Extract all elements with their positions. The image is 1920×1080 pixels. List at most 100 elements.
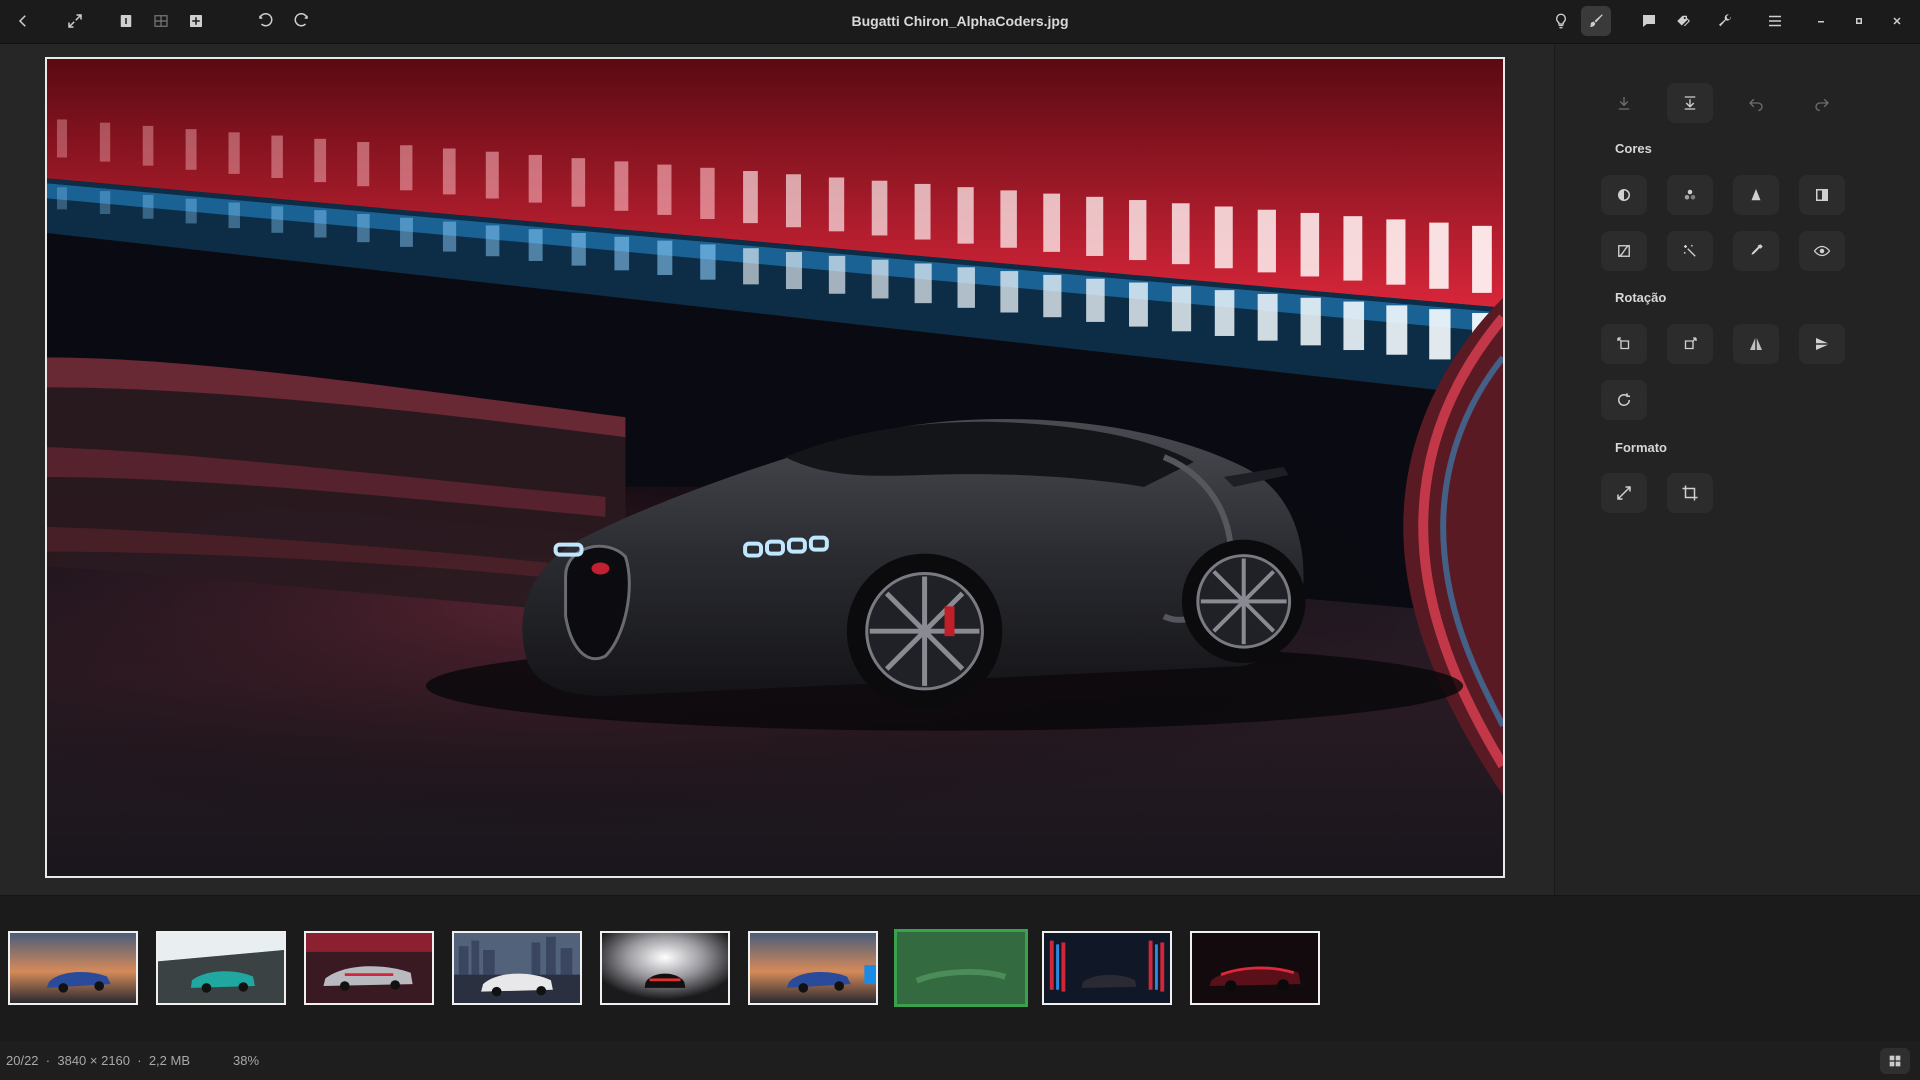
undo-icon[interactable] — [251, 6, 281, 36]
redo-icon[interactable] — [1799, 83, 1845, 123]
window-slit-red — [271, 135, 283, 178]
window-slit-blue — [1214, 290, 1235, 336]
curves-icon[interactable] — [1601, 231, 1647, 271]
contrast-icon[interactable] — [1601, 175, 1647, 215]
thumbnail-4[interactable] — [452, 931, 582, 1005]
window-slit-red — [1000, 190, 1017, 248]
levels-icon[interactable] — [1799, 175, 1845, 215]
window-slit-red — [442, 148, 456, 195]
menu-icon[interactable] — [1760, 6, 1790, 36]
rotate-free-icon[interactable] — [1601, 380, 1647, 420]
main-image[interactable] — [45, 57, 1505, 878]
double-page-icon[interactable] — [146, 6, 176, 36]
window-slit-blue — [1043, 274, 1062, 318]
window-slit-red — [1129, 200, 1147, 261]
window-slit-red — [56, 119, 68, 158]
window-slit-blue — [1386, 305, 1408, 355]
sharpen-icon[interactable] — [1733, 175, 1779, 215]
window-slit-blue — [56, 187, 68, 210]
fullscreen-icon[interactable] — [60, 6, 90, 36]
single-page-icon[interactable] — [111, 6, 141, 36]
window-slit-blue — [142, 194, 154, 219]
thumbnail-6[interactable] — [748, 931, 878, 1005]
download-icon[interactable] — [1601, 83, 1647, 123]
crop-icon[interactable] — [1667, 473, 1713, 513]
title-bar: Bugatti Chiron_AlphaCoders.jpg — [0, 0, 1920, 44]
rotate-left-icon[interactable] — [1601, 324, 1647, 364]
window-slit-red — [1386, 219, 1406, 285]
thumbnail-8[interactable] — [1042, 931, 1172, 1005]
eye-icon[interactable] — [1799, 231, 1845, 271]
thumbnail-3[interactable] — [304, 931, 434, 1005]
image-info: 20/22 · 3840 × 2160 · 2,2 MB — [6, 1041, 190, 1080]
window-slit-red — [400, 145, 413, 191]
close-icon[interactable] — [1882, 6, 1912, 36]
window-slit-red — [1086, 196, 1104, 256]
window-slit-blue — [485, 225, 500, 257]
download-bar-icon[interactable] — [1667, 83, 1713, 123]
window-slit-blue — [528, 229, 543, 261]
file-size: 2,2 MB — [148, 1053, 191, 1068]
window-slit-red — [357, 142, 370, 187]
window-slit-blue — [442, 221, 457, 252]
window-slit-blue — [1086, 278, 1105, 322]
thumbnail-7-selected[interactable] — [894, 929, 1028, 1007]
brush-icon[interactable] — [1581, 6, 1611, 36]
window-slit-red — [1214, 206, 1233, 269]
add-icon[interactable] — [181, 6, 211, 36]
thumbnail-5[interactable] — [600, 931, 730, 1005]
window-slit-blue — [400, 217, 413, 247]
window-slit-red — [1043, 193, 1061, 252]
window-slit-blue — [871, 259, 889, 299]
window-slit-blue — [828, 255, 846, 294]
window-slit-red — [485, 151, 499, 199]
window-slit-blue — [657, 240, 673, 276]
window-slit-red — [871, 180, 888, 236]
window-title: Bugatti Chiron_AlphaCoders.jpg — [851, 13, 1069, 29]
window-slit-red — [828, 177, 845, 232]
window-slit-blue — [571, 232, 586, 266]
image-dimensions: 3840 × 2160 — [57, 1053, 131, 1068]
flip-vertical-icon[interactable] — [1799, 324, 1845, 364]
edit-panel-content: Cores Rotação Formato — [1554, 44, 1920, 895]
undo-icon[interactable] — [1733, 83, 1779, 123]
window-slit-red — [1300, 212, 1320, 277]
window-slit-blue — [914, 263, 932, 304]
tags-icon[interactable] — [1669, 6, 1699, 36]
grid-view-icon[interactable] — [1880, 1048, 1910, 1074]
window-slit-red — [1343, 216, 1363, 281]
image-viewer[interactable] — [0, 44, 1554, 895]
window-slit-blue — [957, 267, 975, 308]
window-slit-blue — [228, 202, 240, 229]
window-slit-blue — [1257, 293, 1278, 341]
window-slit-blue — [785, 252, 803, 290]
comment-icon[interactable] — [1634, 6, 1664, 36]
separator: · — [45, 1053, 51, 1068]
window-slit-blue — [700, 244, 716, 280]
resize-icon[interactable] — [1601, 473, 1647, 513]
flip-horizontal-icon[interactable] — [1733, 324, 1779, 364]
redo-icon[interactable] — [286, 6, 316, 36]
window-slit-blue — [99, 191, 111, 215]
eyedropper-icon[interactable] — [1733, 231, 1779, 271]
window-slit-red — [743, 171, 758, 224]
window-slit-red — [314, 138, 327, 183]
wrench-icon[interactable] — [1710, 6, 1740, 36]
thumbnail-1[interactable] — [8, 931, 138, 1005]
window-slit-red — [785, 174, 802, 228]
lightbulb-icon[interactable] — [1546, 6, 1576, 36]
car-photo-illustration — [47, 59, 1503, 876]
thumbnail-2[interactable] — [156, 931, 286, 1005]
section-format: Formato — [1615, 440, 1667, 455]
back-icon[interactable] — [8, 6, 38, 36]
maximize-icon[interactable] — [1844, 6, 1874, 36]
window-slit-blue — [743, 248, 759, 285]
window-slit-red — [957, 187, 974, 244]
magic-wand-icon[interactable] — [1667, 231, 1713, 271]
window-slit-red — [700, 167, 715, 220]
minimize-icon[interactable] — [1806, 6, 1836, 36]
zoom-level[interactable]: 38% — [233, 1041, 259, 1080]
rotate-right-icon[interactable] — [1667, 324, 1713, 364]
channels-icon[interactable] — [1667, 175, 1713, 215]
thumbnail-9[interactable] — [1190, 931, 1320, 1005]
